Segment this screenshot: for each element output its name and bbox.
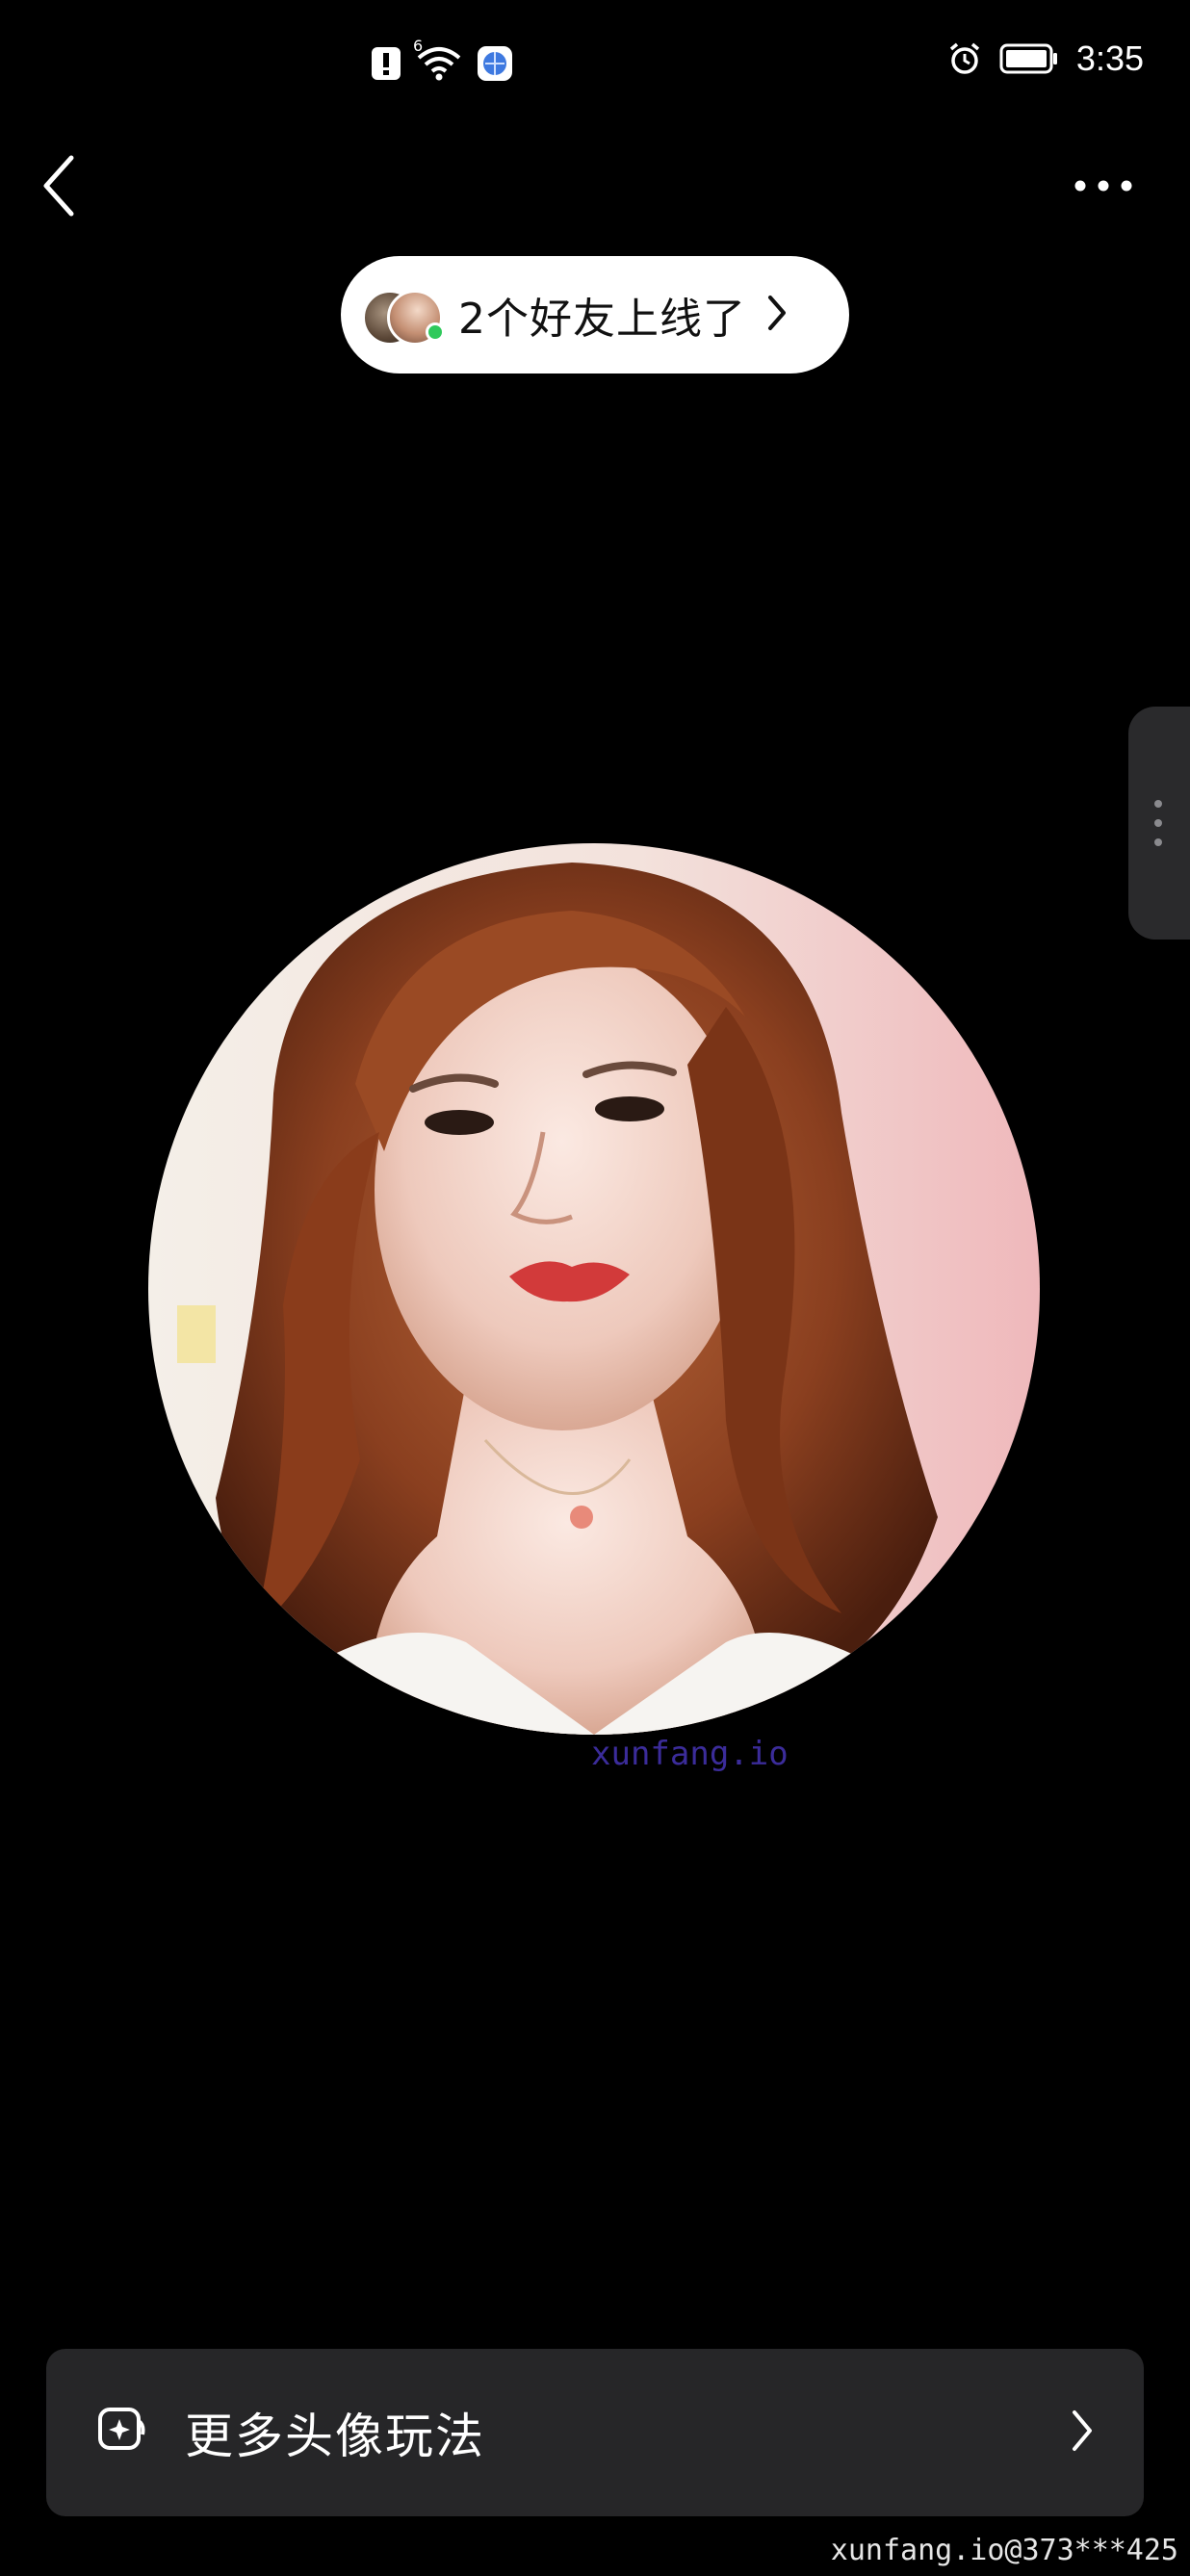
watermark-corner: xunfang.io@373***425 <box>830 2534 1178 2567</box>
more-avatar-options-label: 更多头像玩法 <box>185 2409 485 2464</box>
status-right: 3:35 <box>947 39 1144 79</box>
online-indicator <box>426 322 445 342</box>
alarm-icon <box>947 41 982 76</box>
sparkle-frame-icon <box>96 2406 146 2460</box>
chevron-left-icon <box>43 155 74 217</box>
back-button[interactable] <box>39 152 87 219</box>
alert-icon <box>371 46 401 81</box>
friends-online-label: 2个好友上线了 <box>458 295 746 344</box>
profile-avatar-image[interactable] <box>148 843 1040 1735</box>
more-options-button[interactable] <box>1073 171 1134 200</box>
more-avatar-options-button[interactable]: 更多头像玩法 <box>46 2349 1144 2516</box>
friends-online-pill[interactable]: 2个好友上线了 <box>341 256 849 374</box>
status-bar: 6 3:35 <box>0 0 1190 135</box>
browser-icon <box>477 45 513 82</box>
friend-avatars <box>362 286 449 346</box>
watermark-center: xunfang.io <box>591 1735 789 1773</box>
side-panel-handle[interactable] <box>1128 707 1190 940</box>
drag-handle-icon <box>1154 800 1162 846</box>
status-left: 6 <box>371 37 513 83</box>
chevron-right-icon <box>765 294 789 336</box>
battery-icon <box>999 43 1059 74</box>
clock: 3:35 <box>1075 39 1144 78</box>
profile-photo <box>148 843 1040 1735</box>
chevron-right-icon <box>1069 2407 1096 2459</box>
network-type-label: 6 <box>413 37 424 55</box>
wifi-icon: 6 <box>413 37 463 83</box>
more-horizontal-icon <box>1074 180 1132 192</box>
